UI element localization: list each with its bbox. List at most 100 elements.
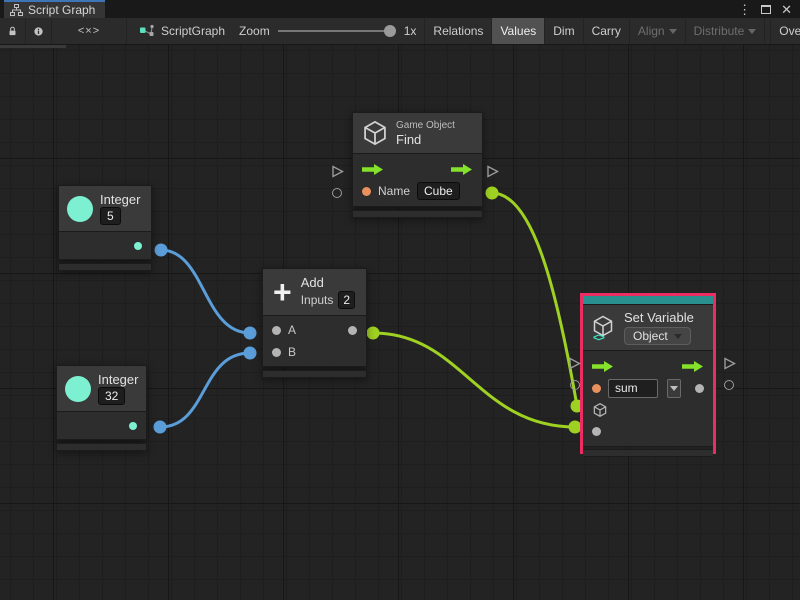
node-gameobject-find[interactable]: Game Object Find Name Cube xyxy=(352,112,483,218)
inputs-count-field[interactable]: 2 xyxy=(338,291,355,309)
zoom-slider[interactable] xyxy=(278,24,396,38)
wire-endpoint[interactable] xyxy=(367,327,380,340)
integer-type-icon xyxy=(65,376,91,402)
wire-endpoint[interactable] xyxy=(244,347,257,360)
graph-toolbar: <×> ScriptGraph Zoom 1x Relations Values… xyxy=(0,18,800,45)
flow-input-arrow-icon[interactable] xyxy=(362,164,384,175)
maximize-icon[interactable] xyxy=(761,5,771,14)
zoom-slider-handle[interactable] xyxy=(384,25,396,37)
wire-integer5-to-add-a[interactable] xyxy=(161,250,250,333)
add-input-b-port[interactable] xyxy=(272,348,281,357)
integer-output-port[interactable] xyxy=(134,242,142,250)
distribute-button[interactable]: Distribute xyxy=(686,18,766,44)
tab-bar: Script Graph ⋮ ✕ xyxy=(0,0,800,18)
value-entry-marker[interactable] xyxy=(332,188,342,198)
window-controls: ⋮ ✕ xyxy=(738,0,800,18)
close-icon[interactable]: ✕ xyxy=(781,3,792,16)
align-button[interactable]: Align xyxy=(630,18,686,44)
wire-find-to-setvariable-object[interactable] xyxy=(492,193,577,406)
add-input-a-label: A xyxy=(288,323,296,337)
graph-name-label: ScriptGraph xyxy=(161,24,225,38)
set-variable-icon: <> xyxy=(591,314,617,342)
flow-entry-marker[interactable] xyxy=(331,165,344,183)
node-title: Set Variable xyxy=(624,310,694,325)
variable-name-dropdown-button[interactable] xyxy=(667,379,681,398)
graph-tree-icon xyxy=(10,4,23,16)
flow-entry-marker[interactable] xyxy=(568,357,581,375)
integer-output-port[interactable] xyxy=(129,422,137,430)
zoom-label: Zoom xyxy=(239,24,270,38)
value-exit-marker[interactable] xyxy=(724,380,734,390)
inputs-label: Inputs xyxy=(301,293,334,307)
flow-input-arrow-icon[interactable] xyxy=(592,361,614,372)
tab-script-graph[interactable]: Script Graph xyxy=(4,0,105,18)
wire-endpoint[interactable] xyxy=(154,421,167,434)
script-graph-window: Script Graph ⋮ ✕ <×> xyxy=(0,0,800,600)
code-x-icon: <×> xyxy=(78,25,100,37)
lock-button[interactable] xyxy=(0,18,26,44)
node-header: Integer 32 xyxy=(56,365,147,412)
graph-canvas[interactable]: Integer 5 Integer 32 xyxy=(0,45,800,600)
add-icon: + xyxy=(271,279,294,305)
flow-exit-marker[interactable] xyxy=(723,357,736,375)
variable-name-field[interactable]: sum xyxy=(608,379,658,398)
wire-integer32-to-add-b[interactable] xyxy=(160,353,250,427)
flow-output-arrow-icon[interactable] xyxy=(451,164,473,175)
gameobject-input-port[interactable] xyxy=(592,402,608,418)
flow-exit-marker[interactable] xyxy=(486,165,499,183)
node-set-variable[interactable]: <> Set Variable Object xyxy=(580,293,716,454)
name-input-port[interactable] xyxy=(362,187,371,196)
chevron-down-icon xyxy=(670,386,678,391)
node-category: Game Object xyxy=(396,120,455,131)
script-graph-icon xyxy=(139,24,155,38)
variable-scope-dropdown[interactable]: Object xyxy=(624,327,691,345)
wire-endpoint[interactable] xyxy=(155,244,168,257)
wire-endpoint[interactable] xyxy=(244,327,257,340)
carry-label: Carry xyxy=(592,24,621,38)
node-header: <> Set Variable Object xyxy=(583,304,713,351)
node-footer xyxy=(58,263,152,271)
menu-dots-icon[interactable]: ⋮ xyxy=(738,3,751,16)
name-param-label: Name xyxy=(378,184,410,198)
values-label: Values xyxy=(500,24,536,38)
integer-value-field[interactable]: 5 xyxy=(100,207,121,225)
inspector-button[interactable] xyxy=(26,18,52,44)
variable-name-port[interactable] xyxy=(592,384,601,393)
add-output-port[interactable] xyxy=(348,326,357,335)
node-footer xyxy=(262,370,367,378)
node-add[interactable]: + Add Inputs 2 A B xyxy=(262,268,367,378)
dim-label: Dim xyxy=(553,24,574,38)
wire-add-to-setvariable-value[interactable] xyxy=(373,333,575,427)
carry-button[interactable]: Carry xyxy=(584,18,630,44)
wire-endpoint[interactable] xyxy=(486,187,499,200)
value-input-port[interactable] xyxy=(592,427,601,436)
zoom-slider-track[interactable] xyxy=(278,30,386,32)
node-footer xyxy=(56,443,147,451)
zoom-control: Zoom 1x xyxy=(235,18,425,44)
dim-button[interactable]: Dim xyxy=(545,18,583,44)
flow-output-arrow-icon[interactable] xyxy=(682,361,704,372)
node-title: Find xyxy=(396,132,455,147)
zoom-value: 1x xyxy=(404,24,417,38)
info-icon xyxy=(34,25,43,38)
node-title: Integer xyxy=(98,372,138,387)
overview-label: Overview xyxy=(779,24,800,38)
integer-value-field[interactable]: 32 xyxy=(98,387,125,405)
node-integer-32[interactable]: Integer 32 xyxy=(56,365,147,451)
node-footer xyxy=(352,210,483,218)
value-entry-marker[interactable] xyxy=(570,380,580,390)
graph-breadcrumb[interactable]: ScriptGraph xyxy=(127,18,235,44)
overview-button[interactable]: Overview xyxy=(770,18,800,44)
variable-scope-label: Object xyxy=(633,329,668,343)
relations-button[interactable]: Relations xyxy=(425,18,492,44)
name-value-field[interactable]: Cube xyxy=(417,182,460,200)
node-header: + Add Inputs 2 xyxy=(262,268,367,316)
code-brackets-icon: <> xyxy=(593,332,604,344)
node-footer xyxy=(583,449,713,457)
edit-script-button[interactable]: <×> xyxy=(52,18,127,44)
node-integer-5[interactable]: Integer 5 xyxy=(58,185,152,271)
values-button[interactable]: Values xyxy=(492,18,545,44)
add-input-a-port[interactable] xyxy=(272,326,281,335)
value-output-port[interactable] xyxy=(695,384,704,393)
add-input-b-label: B xyxy=(288,345,296,359)
